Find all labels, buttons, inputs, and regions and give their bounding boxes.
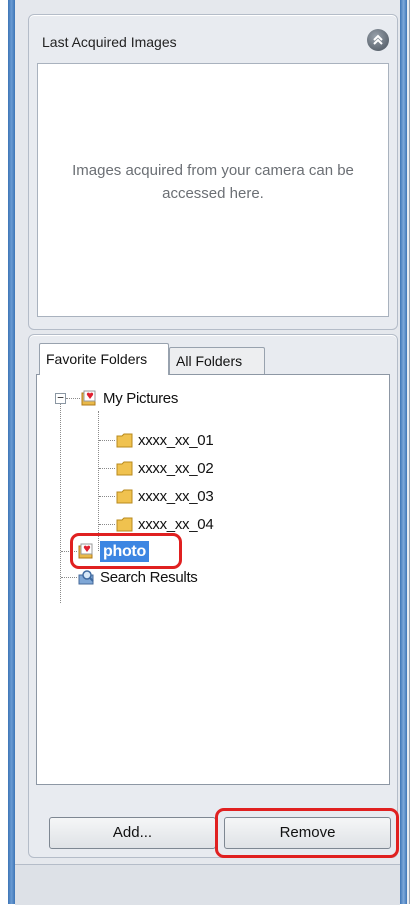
folders-panel: Favorite Folders All Folders − My Pictur… (28, 334, 399, 858)
tree-item-label: xxxx_xx_02 (138, 459, 214, 477)
search-folder-icon (78, 570, 94, 585)
folder-icon (116, 517, 133, 532)
tree-line (99, 524, 115, 525)
tree-item-folder[interactable]: xxxx_xx_04 (116, 512, 214, 536)
tree-item-folder[interactable]: xxxx_xx_02 (116, 456, 214, 480)
tree-line (61, 551, 77, 552)
tree-line (99, 468, 115, 469)
folder-icon (116, 433, 133, 448)
acquired-images-area[interactable]: Images acquired from your camera can be … (37, 63, 389, 317)
folder-tree: − My Pictures xxxx_xx_01 xxxx_xx_02 xxxx… (36, 374, 390, 785)
tree-item-folder[interactable]: xxxx_xx_03 (116, 484, 214, 508)
tree-item-label: Search Results (100, 568, 198, 586)
tree-line (98, 411, 99, 551)
tree-line (61, 577, 77, 578)
tree-line (99, 440, 115, 441)
tree-item-my-pictures[interactable]: My Pictures (81, 386, 178, 410)
tree-line (60, 397, 61, 603)
window-border-right (400, 0, 407, 904)
tree-item-label: xxxx_xx_03 (138, 487, 214, 505)
tab-favorite-folders[interactable]: Favorite Folders (39, 343, 169, 375)
tree-item-photo[interactable]: photo (78, 539, 149, 563)
folder-icon (116, 461, 133, 476)
collapse-toggle[interactable]: − (55, 392, 66, 404)
tree-item-label: My Pictures (103, 389, 179, 407)
tree-line (66, 398, 80, 399)
window-border-left (8, 0, 15, 904)
tree-line (99, 496, 115, 497)
tree-item-folder[interactable]: xxxx_xx_01 (116, 428, 214, 452)
last-acquired-panel: Last Acquired Images Images acquired fro… (28, 14, 398, 330)
remove-button[interactable]: Remove (224, 817, 391, 849)
status-bar (15, 864, 400, 905)
last-acquired-title: Last Acquired Images (42, 34, 177, 50)
tab-all-folders[interactable]: All Folders (169, 347, 265, 375)
tree-item-search-results[interactable]: Search Results (78, 565, 198, 589)
favorite-folder-icon (78, 543, 93, 559)
tree-item-label: xxxx_xx_04 (138, 515, 214, 533)
favorite-folder-icon (81, 390, 96, 406)
add-button[interactable]: Add... (49, 817, 216, 849)
folder-icon (116, 489, 133, 504)
selected-item-label: photo (100, 540, 149, 562)
empty-message: Images acquired from your camera can be … (72, 162, 354, 202)
tree-item-label: xxxx_xx_01 (138, 431, 214, 449)
double-chevron-up-icon[interactable] (367, 29, 389, 51)
